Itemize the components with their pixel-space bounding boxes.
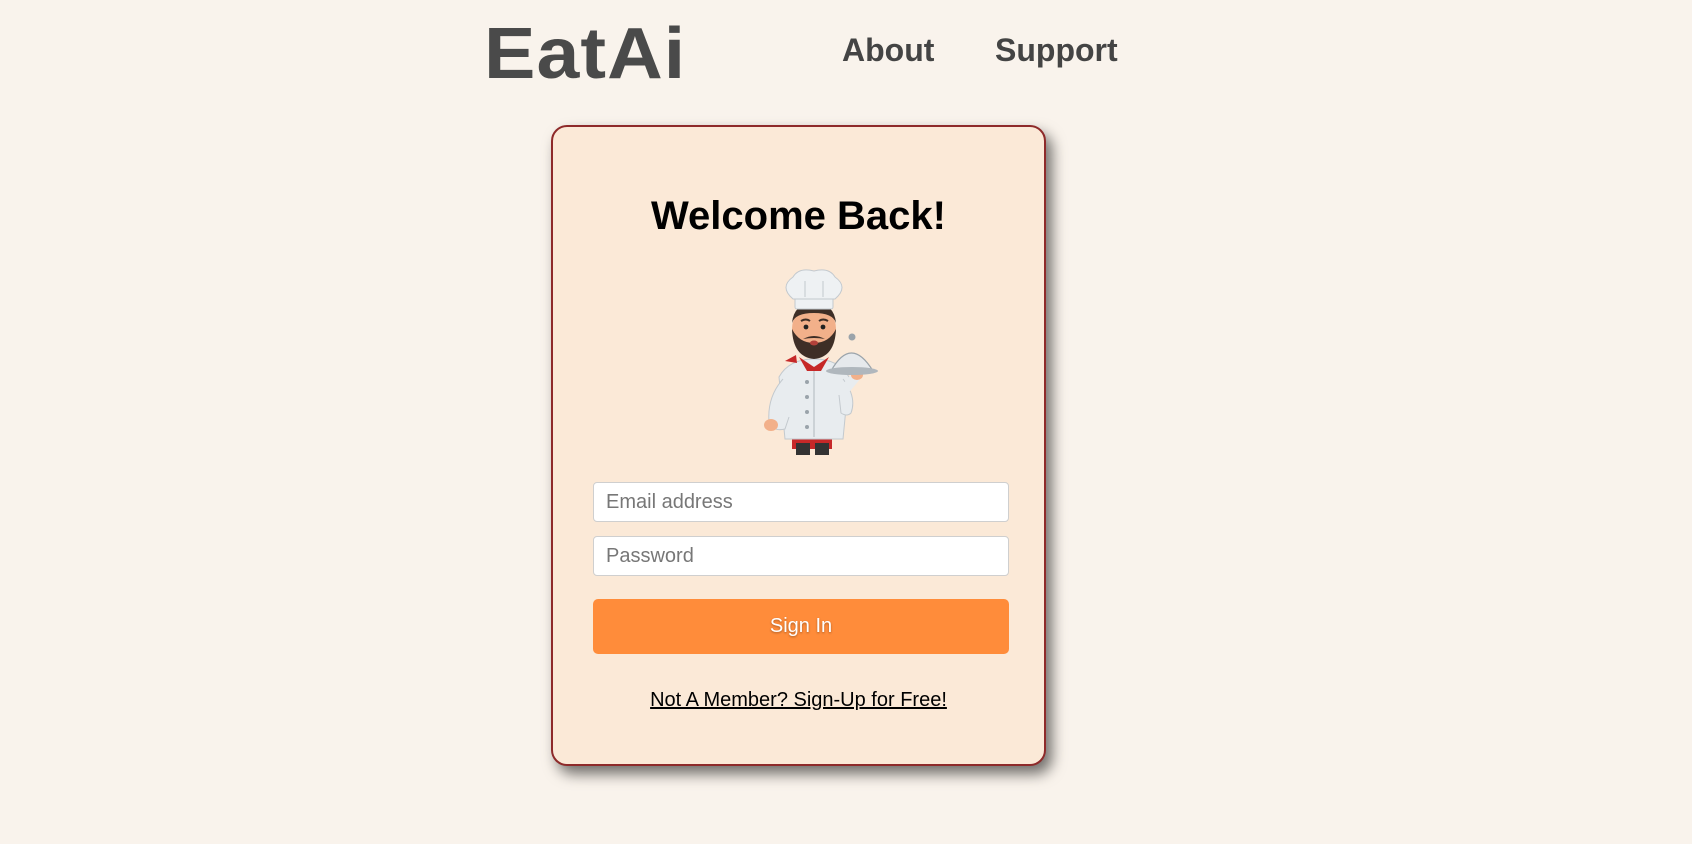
password-field[interactable] (593, 536, 1009, 576)
page-title: Welcome Back! (651, 194, 946, 238)
chef-holding-cloche-icon (764, 269, 878, 455)
app-logo: EatAi (484, 14, 687, 94)
nav-about-link[interactable]: About (842, 30, 934, 70)
sign-in-button[interactable]: Sign In (593, 599, 1009, 654)
sign-up-link[interactable]: Not A Member? Sign-Up for Free! (553, 688, 1044, 712)
signin-card: Welcome Back! Email address Sign In Not … (551, 125, 1046, 766)
nav-support-link[interactable]: Support (995, 30, 1118, 70)
email-field[interactable] (593, 482, 1009, 522)
